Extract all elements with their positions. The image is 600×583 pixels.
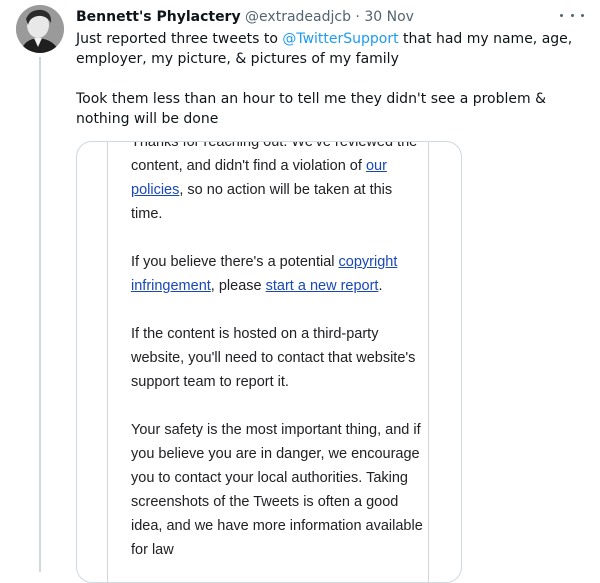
email-text: If you believe there's a potential	[131, 254, 339, 270]
tweet-text-span: Just reported three tweets to	[76, 31, 283, 47]
header-separator: ·	[355, 9, 360, 25]
email-paragraph-3: If the content is hosted on a third-part…	[131, 326, 416, 390]
more-dot	[581, 13, 584, 17]
tweet-paragraph-spacer	[76, 69, 586, 89]
tweet-header: Bennett's Phylactery @extradeadjcb · 30 …	[76, 7, 414, 27]
more-dot	[560, 13, 563, 17]
avatar-portrait-icon	[16, 5, 64, 53]
email-paragraph-2: If you believe there's a potential copyr…	[131, 250, 423, 298]
thread-line	[39, 57, 41, 572]
tweet-text: Just reported three tweets to @TwitterSu…	[76, 29, 586, 129]
attached-image[interactable]: Thanks for reaching out. We've reviewed …	[76, 141, 462, 583]
email-text: .	[378, 278, 383, 294]
author-name[interactable]: Bennett's Phylactery	[76, 9, 241, 25]
tweet-paragraph-1: Just reported three tweets to @TwitterSu…	[76, 29, 586, 69]
email-paragraph-1: Thanks for reaching out. We've reviewed …	[131, 142, 423, 226]
more-options-icon[interactable]	[560, 5, 584, 25]
tweet-paragraph-2: Took them less than an hour to tell me t…	[76, 91, 547, 127]
mention-link[interactable]: @TwitterSupport	[282, 31, 398, 47]
email-screenshot: Thanks for reaching out. We've reviewed …	[107, 142, 429, 582]
avatar[interactable]	[16, 5, 64, 53]
author-handle[interactable]: @extradeadjcb	[245, 9, 351, 25]
email-text: , please	[210, 278, 266, 294]
tweet-date[interactable]: 30 Nov	[364, 9, 414, 25]
new-report-link: start a new report	[265, 278, 379, 294]
email-paragraph-4: Your safety is the most important thing,…	[131, 422, 423, 558]
email-body: Thanks for reaching out. We've reviewed …	[131, 142, 423, 582]
more-dot	[570, 13, 574, 17]
